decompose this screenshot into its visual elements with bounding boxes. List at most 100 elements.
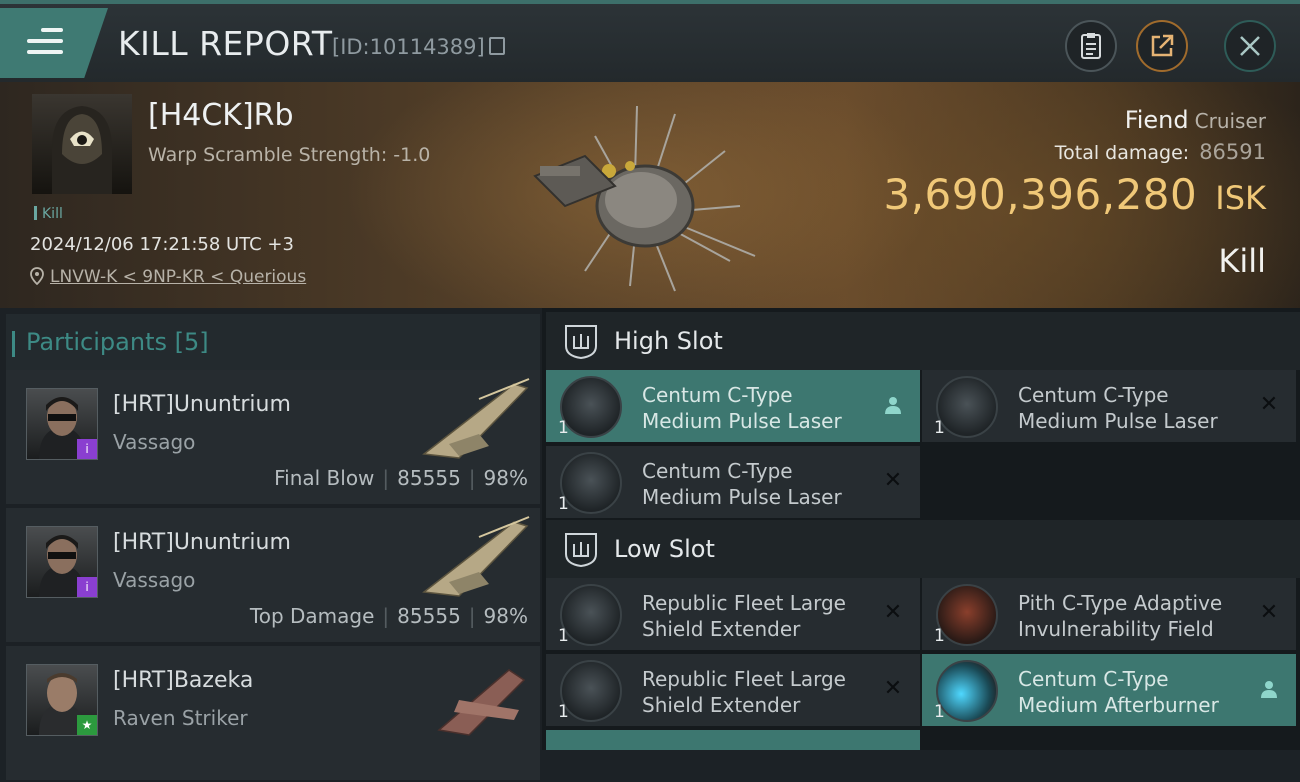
participants-panel: Participants [5] i [HRT]Ununtrium Vassag… — [0, 308, 542, 782]
person-icon[interactable] — [882, 394, 904, 416]
share-button[interactable] — [1136, 20, 1188, 72]
module-name-line2: Medium Afterburner — [1018, 693, 1219, 717]
victim-portrait[interactable] — [32, 94, 132, 194]
module-name: Centum C-Type Medium Pulse Laser — [642, 458, 842, 510]
shield-extender-icon — [560, 584, 622, 646]
module-name-line1: Republic Fleet Large — [642, 667, 846, 691]
hamburger-icon — [27, 28, 63, 56]
module-slot[interactable]: 1 Centum C-Type Medium Pulse Laser — [546, 370, 920, 442]
participant-ship: Raven Striker — [113, 706, 248, 730]
participant-ship: Vassago — [113, 430, 196, 454]
fitting-panel: High Slot 1 Centum C-Type Medium Pulse La… — [542, 308, 1300, 750]
participant-ship: Vassago — [113, 568, 196, 592]
copy-icon[interactable] — [488, 37, 505, 55]
participant-role: Top Damage — [249, 604, 375, 628]
participants-header: Participants [5] — [6, 314, 540, 372]
participant-row[interactable]: ★ [HRT]Bazeka Raven Striker — [6, 646, 540, 782]
pulse-laser-icon — [936, 376, 998, 438]
location-pin-icon — [30, 267, 44, 286]
participant-name[interactable]: [HRT]Bazeka — [113, 668, 253, 693]
warp-scramble-strength: Warp Scramble Strength: -1.0 — [148, 144, 431, 166]
module-slot[interactable]: 1 Republic Fleet Large Shield Extender ✕ — [546, 578, 920, 650]
module-name: Pith C-Type Adaptive Invulnerability Fiel… — [1018, 590, 1222, 642]
participant-name[interactable]: [HRT]Ununtrium — [113, 530, 291, 555]
page-title: KILL REPORT — [118, 24, 333, 63]
module-slot[interactable]: 1 Centum C-Type Medium Afterburner — [922, 654, 1296, 726]
clipboard-icon — [1081, 33, 1101, 59]
destroyed-x-icon: ✕ — [883, 600, 903, 625]
low-slot-header: Low Slot — [546, 520, 1300, 578]
high-slot-label: High Slot — [614, 327, 723, 355]
afterburner-icon — [936, 660, 998, 722]
kill-result: Kill — [1218, 242, 1266, 280]
module-quantity: 1 — [558, 494, 569, 514]
kill-banner: [H4CK]Rb Warp Scramble Strength: -1.0 Ki… — [0, 82, 1300, 308]
isk-amount: 3,690,396,280 — [883, 170, 1198, 219]
person-icon[interactable] — [1258, 678, 1280, 700]
ship-name: Fiend — [1124, 106, 1189, 134]
destroyed-x-icon: ✕ — [883, 676, 903, 701]
share-icon — [1151, 34, 1174, 57]
pulse-laser-icon — [560, 452, 622, 514]
participant-name[interactable]: [HRT]Ununtrium — [113, 392, 291, 417]
module-quantity: 1 — [934, 702, 945, 722]
participant-row[interactable]: i [HRT]Ununtrium Vassago Top Damage | 8555… — [6, 508, 540, 644]
module-slot-partial[interactable] — [546, 730, 920, 750]
pilot-helmet-image — [52, 106, 112, 194]
ship-class: Cruiser — [1194, 109, 1266, 133]
victim-name[interactable]: [H4CK]Rb — [148, 98, 294, 133]
low-slot-icon — [565, 533, 597, 568]
module-name-line2: Shield Extender — [642, 617, 801, 641]
location-link[interactable]: LNVW-K < 9NP-KR < Querious — [50, 267, 306, 287]
module-name-line2: Shield Extender — [642, 693, 801, 717]
module-slot[interactable]: 1 Centum C-Type Medium Pulse Laser ✕ — [922, 370, 1296, 442]
destroyed-x-icon: ✕ — [1259, 392, 1279, 417]
module-slot[interactable]: 1 Centum C-Type Medium Pulse Laser ✕ — [546, 446, 920, 518]
menu-button[interactable] — [0, 8, 108, 78]
module-slot[interactable]: 1 Pith C-Type Adaptive Invulnerability Fi… — [922, 578, 1296, 650]
participants-label-text: Participants — [26, 328, 167, 356]
module-slot[interactable]: 1 Republic Fleet Large Shield Extender ✕ — [546, 654, 920, 726]
isk-value: 3,690,396,280 ISK — [883, 170, 1266, 219]
total-damage-label: Total damage: — [1054, 142, 1190, 164]
high-slot-header: High Slot — [546, 312, 1300, 370]
module-name: Republic Fleet Large Shield Extender — [642, 666, 846, 718]
invulnerability-field-icon — [936, 584, 998, 646]
participant-ship-image — [422, 516, 530, 597]
kill-location[interactable]: LNVW-K < 9NP-KR < Querious — [30, 267, 306, 287]
participant-percent: 98% — [483, 466, 528, 490]
participant-percent: 98% — [483, 604, 528, 628]
participant-ship-image — [437, 669, 526, 736]
victim-ship: Fiend Cruiser — [1125, 106, 1266, 134]
kill-id-text: [ID:10114389] — [332, 35, 485, 59]
module-quantity: 1 — [934, 418, 945, 438]
close-button[interactable] — [1224, 20, 1276, 72]
module-quantity: 1 — [558, 418, 569, 438]
participant-damage: 85555 — [397, 466, 461, 490]
bronze-rank-icon: i — [77, 577, 97, 597]
participant-ship-image — [422, 378, 530, 459]
high-slot-icon — [565, 325, 597, 360]
kill-id: [ID:10114389] — [332, 35, 505, 59]
kill-datetime: 2024/12/06 17:21:58 UTC +3 — [30, 234, 294, 255]
module-name-line2: Medium Pulse Laser — [642, 485, 842, 509]
destroyed-x-icon: ✕ — [883, 468, 903, 493]
shield-extender-icon — [560, 660, 622, 722]
module-quantity: 1 — [558, 702, 569, 722]
module-name-line1: Centum C-Type — [1018, 667, 1169, 691]
isk-unit: ISK — [1215, 179, 1266, 217]
module-name-line1: Centum C-Type — [1018, 383, 1169, 407]
close-icon — [1240, 36, 1260, 56]
participant-stats: Top Damage | 85555 | 98% — [249, 604, 528, 628]
participant-portrait[interactable]: ★ — [26, 664, 98, 736]
participant-portrait[interactable]: i — [26, 526, 98, 598]
victim-ship-image — [533, 105, 756, 292]
participant-portrait[interactable]: i — [26, 388, 98, 460]
module-name-line2: Invulnerability Field — [1018, 617, 1214, 641]
pulse-laser-icon — [560, 376, 622, 438]
module-quantity: 1 — [934, 626, 945, 646]
module-name-line2: Medium Pulse Laser — [642, 409, 842, 433]
participant-row[interactable]: i [HRT]Ununtrium Vassago Final Blow | 8555… — [6, 370, 540, 506]
clipboard-button[interactable] — [1065, 20, 1117, 72]
destroyed-x-icon: ✕ — [1259, 600, 1279, 625]
